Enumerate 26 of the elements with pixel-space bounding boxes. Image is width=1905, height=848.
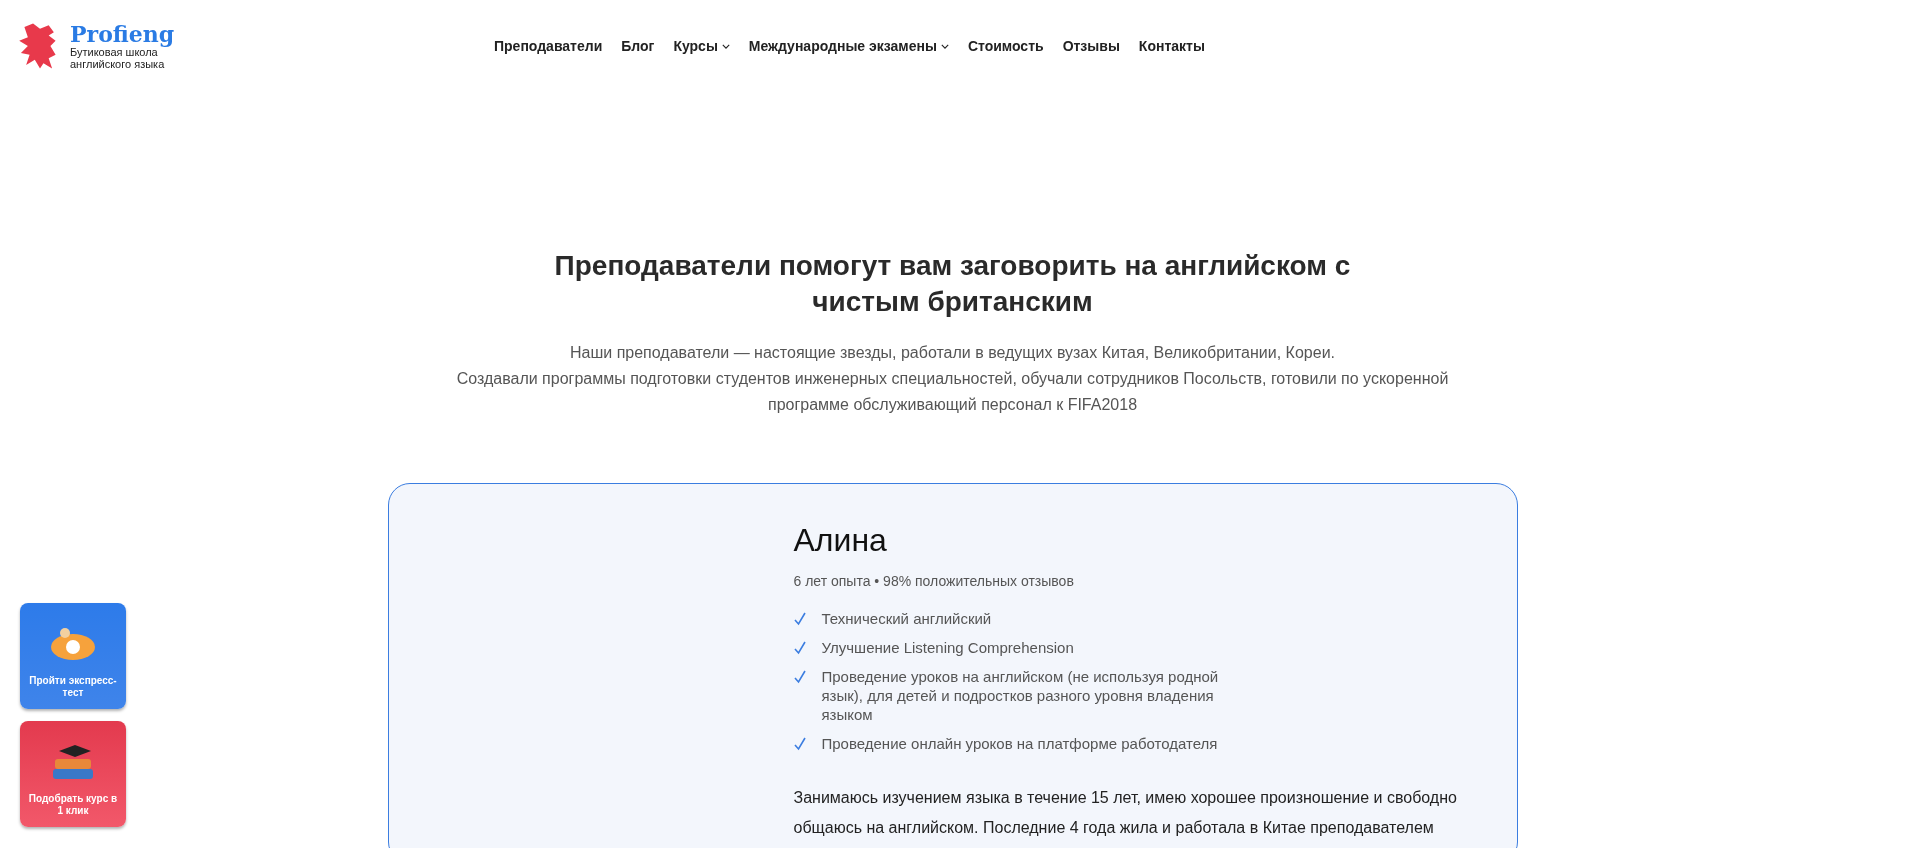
teacher-name: Алина [793,522,888,559]
skill-text: Проведение онлайн уроков на платформе работодателя [821,734,1218,753]
nav-link[interactable]: Блог [621,38,655,54]
nav-link[interactable]: Стоимость [967,38,1044,54]
nav-link[interactable]: Преподаватели [494,38,603,54]
checkmark-icon [793,641,806,655]
skill-text: Улучшение Listening Comprehension [821,638,1074,657]
teacher-bio: Занимаюсь изучением языка в течение 15 лет, имею хорошее произношение и свободно общаюсь на английском. Последние 4 года жила и работала в Китае преподавателем [793,788,1458,838]
chevron-down-icon [940,43,949,49]
nav-link[interactable]: Отзывы [1062,38,1120,54]
quick-action-button[interactable]: Подобрать курс в 1 клик [20,721,126,827]
skill-text: Проведение уроков на английском (не используя родной язык), для детей и подростков разного уровня владения языком [821,667,1220,724]
section-title: Преподаватели помогут вам заговорить на английском с чистым британским [553,249,1352,319]
quick-action-button[interactable]: Пройти экспресс-тест [20,603,126,709]
brand-tagline: Бутиковая школа английского языка [70,46,165,70]
checkmark-icon [793,670,806,684]
checkmark-icon [793,737,806,751]
checkmark-icon [793,612,806,626]
nav-link[interactable]: Контакты [1138,38,1205,54]
intro-text: Создавали программы подготовки студентов инженерных специальностей, обучали сотрудников Посольств, готовили по ускоренной программе обслуживающий персонал к FIFA2018 [455,369,1450,415]
nav-link[interactable]: Курсы [673,38,730,54]
nav-link[interactable]: Международные экзамены [748,38,949,54]
skill-text: Технический английский [821,609,992,628]
teacher-meta: 6 лет опыта • 98% положительных отзывов [793,573,1075,589]
chevron-down-icon [721,43,730,49]
intro-text: Наши преподаватели — настоящие звезды, работали в ведущих вузах Китая, Великобритании, Кореи. [569,343,1336,363]
